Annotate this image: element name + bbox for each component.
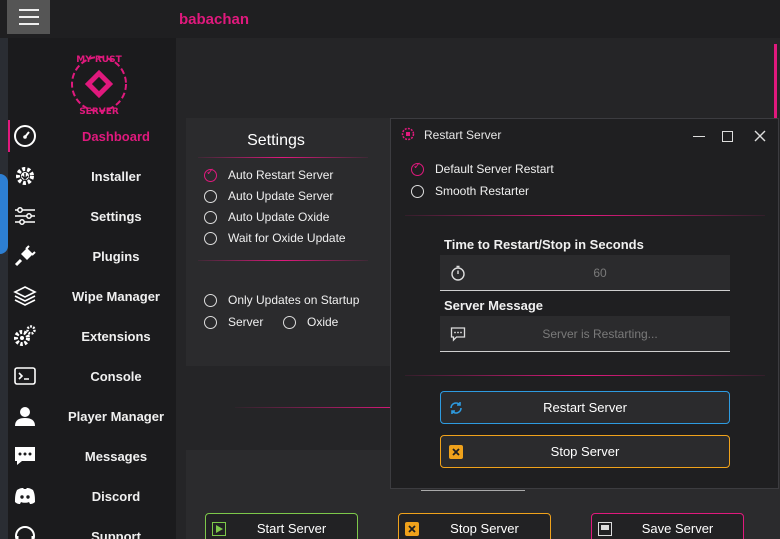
- sidebar-item-discord[interactable]: Discord: [8, 476, 176, 516]
- oxide-option[interactable]: Oxide: [283, 315, 338, 329]
- sidebar-item-messages[interactable]: Messages: [8, 436, 176, 476]
- server-option[interactable]: Server: [204, 315, 263, 329]
- hamburger-menu-button[interactable]: [7, 0, 50, 34]
- sidebar-item-wipe-manager[interactable]: Wipe Manager: [8, 276, 176, 316]
- radio-icon: [204, 315, 217, 329]
- timer-icon: [450, 265, 466, 281]
- wait-oxide-update-option[interactable]: Wait for Oxide Update: [204, 231, 346, 245]
- play-icon: [212, 522, 226, 536]
- stop-server-button[interactable]: Stop Server: [440, 435, 730, 468]
- radio-icon: [204, 210, 217, 224]
- close-button[interactable]: [752, 128, 768, 144]
- desktop-background: [0, 38, 8, 539]
- restart-server-dialog: Restart Server Default Server Restart Sm…: [390, 118, 779, 489]
- server-message-label: Server Message: [444, 298, 544, 313]
- only-updates-on-startup-option[interactable]: Only Updates on Startup: [204, 293, 359, 307]
- radio-icon: [411, 184, 424, 198]
- radio-checked-icon: [204, 167, 217, 182]
- user-icon: [12, 403, 38, 429]
- default-restart-option[interactable]: Default Server Restart: [411, 161, 554, 176]
- auto-update-oxide-option[interactable]: Auto Update Oxide: [204, 210, 329, 224]
- menu-icon: [18, 16, 39, 18]
- sliders-icon: [12, 203, 38, 229]
- server-message-input[interactable]: Server is Restarting...: [440, 316, 730, 352]
- minimize-button[interactable]: [691, 128, 707, 144]
- my-rust-server-logo: MY RUST SERVER: [71, 55, 127, 117]
- save-icon: [598, 522, 612, 536]
- refresh-icon: [449, 401, 463, 415]
- smooth-restarter-option[interactable]: Smooth Restarter: [411, 184, 529, 198]
- sidebar-item-player-manager[interactable]: Player Manager: [8, 396, 176, 436]
- gauge-icon: [12, 123, 38, 149]
- svg-text:MY RUST: MY RUST: [76, 55, 122, 65]
- restart-server-button[interactable]: Restart Server: [440, 391, 730, 424]
- radio-icon: [204, 189, 217, 203]
- sidebar-item-settings[interactable]: Settings: [8, 196, 176, 236]
- maximize-button[interactable]: [719, 128, 735, 144]
- auto-restart-option[interactable]: Auto Restart Server: [204, 167, 333, 182]
- dialog-title: Restart Server: [424, 128, 502, 142]
- radio-checked-icon: [411, 161, 424, 176]
- save-server-button[interactable]: Save Server: [591, 513, 744, 539]
- sidebar-item-installer[interactable]: Installer: [8, 156, 176, 196]
- app-logo-icon: [401, 127, 415, 146]
- sidebar-item-plugins[interactable]: Plugins: [8, 236, 176, 276]
- discord-icon: [12, 483, 38, 509]
- auto-update-server-option[interactable]: Auto Update Server: [204, 189, 333, 203]
- gears-icon: [12, 323, 38, 349]
- time-input[interactable]: 60: [440, 255, 730, 291]
- message-icon: [450, 326, 466, 342]
- radio-icon: [204, 231, 217, 245]
- sidebar-item-support[interactable]: Support: [8, 516, 176, 539]
- close-icon: [754, 130, 766, 142]
- stop-icon: [405, 522, 419, 536]
- gear-download-icon: [12, 163, 38, 189]
- username-label: babachan: [179, 11, 250, 28]
- stop-icon: [449, 445, 463, 459]
- sidebar-item-extensions[interactable]: Extensions: [8, 316, 176, 356]
- terminal-icon: [12, 363, 38, 389]
- plug-icon: [12, 243, 38, 269]
- sidebar: MY RUST SERVER Dashboard Installer Setti…: [8, 38, 176, 539]
- time-label: Time to Restart/Stop in Seconds: [444, 237, 644, 252]
- title-bar: babachan: [0, 0, 780, 38]
- layers-icon: [12, 283, 38, 309]
- maximize-icon: [721, 130, 733, 142]
- settings-title: Settings: [247, 132, 305, 149]
- stop-server-button-main[interactable]: Stop Server: [398, 513, 551, 539]
- minimize-icon: [693, 135, 705, 137]
- sidebar-item-dashboard[interactable]: Dashboard: [8, 116, 176, 156]
- divider: [235, 407, 405, 408]
- support-icon: [12, 523, 38, 539]
- radio-icon: [283, 315, 296, 329]
- start-server-button[interactable]: Start Server: [205, 513, 358, 539]
- settings-panel: Settings Auto Restart Server Auto Update…: [186, 118, 396, 366]
- sidebar-item-console[interactable]: Console: [8, 356, 176, 396]
- radio-icon: [204, 293, 217, 307]
- chat-icon: [12, 443, 38, 469]
